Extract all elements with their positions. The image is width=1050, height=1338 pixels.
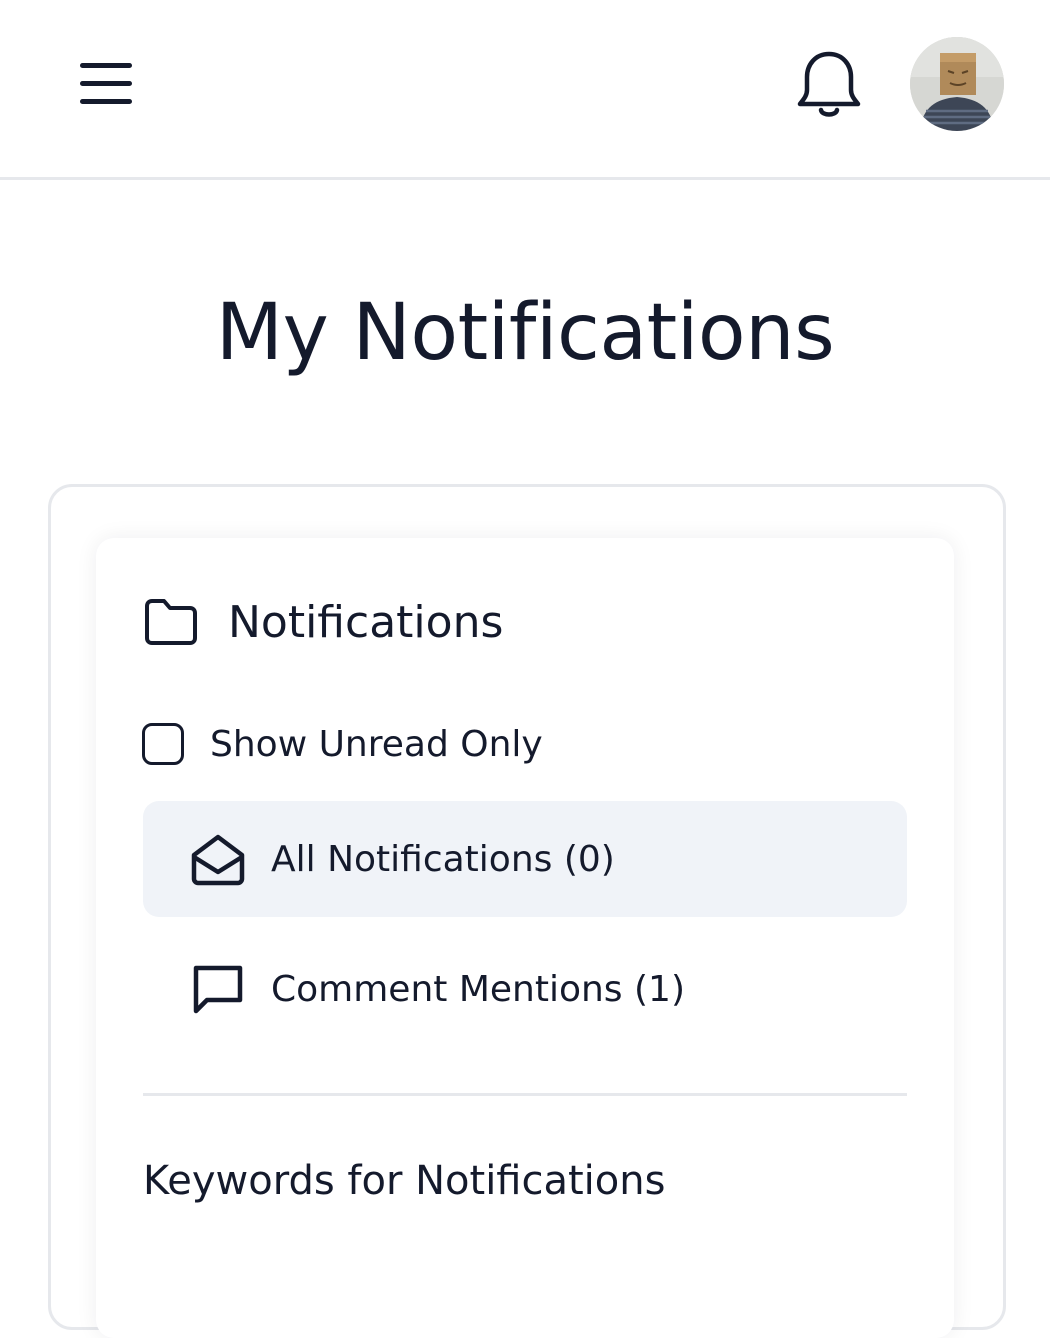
top-bar <box>0 0 1050 180</box>
menu-button[interactable] <box>72 52 138 112</box>
envelope-open-icon <box>189 830 247 888</box>
nav-item-label: All Notifications (0) <box>271 838 615 880</box>
show-unread-only-toggle[interactable]: Show Unread Only <box>142 716 543 772</box>
keywords-section-title: Keywords for Notifications <box>143 1158 666 1204</box>
avatar-photo <box>910 37 1004 131</box>
hamburger-menu-icon <box>80 63 132 104</box>
chat-bubble-icon <box>189 960 247 1018</box>
nav-item-all-notifications[interactable]: All Notifications (0) <box>143 801 907 917</box>
show-unread-only-label: Show Unread Only <box>210 723 543 765</box>
bell-icon <box>797 51 861 117</box>
notifications-section-header: Notifications <box>142 592 503 652</box>
page-title: My Notifications <box>215 288 835 378</box>
show-unread-only-checkbox[interactable] <box>142 723 184 765</box>
section-title: Notifications <box>228 596 504 648</box>
nav-item-comment-mentions[interactable]: Comment Mentions (1) <box>143 931 907 1047</box>
notifications-button[interactable] <box>790 46 868 124</box>
folder-icon <box>145 599 197 645</box>
user-avatar[interactable] <box>910 37 1004 131</box>
divider <box>143 1093 907 1096</box>
nav-item-label: Comment Mentions (1) <box>271 968 685 1010</box>
